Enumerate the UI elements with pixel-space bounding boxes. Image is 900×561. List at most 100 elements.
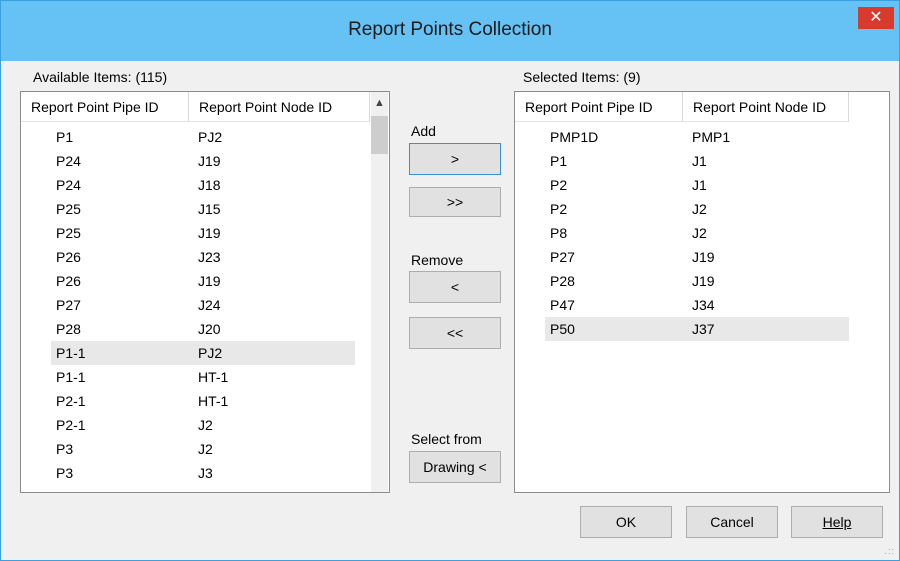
list-item[interactable]: P26 J23 [51,245,355,269]
pipe-id-cell: PMP1D [550,129,599,145]
resize-grip-icon[interactable]: .:: [884,546,895,556]
selected-items-list[interactable]: Report Point Pipe ID Report Point Node I… [514,91,890,493]
pipe-id-cell: P50 [550,321,575,337]
pipe-id-cell: P26 [56,273,81,289]
pipe-id-cell: P3 [56,465,74,481]
node-id-cell: J23 [198,249,221,265]
selected-col-node-id[interactable]: Report Point Node ID [683,92,849,122]
list-item[interactable]: P25 J19 [51,221,355,245]
node-id-cell: J19 [198,225,221,241]
node-id-cell: PMP1 [692,129,731,145]
pipe-id-cell: P28 [550,273,575,289]
pipe-id-cell: P2-1 [56,393,86,409]
node-id-cell: J24 [198,297,221,313]
list-item[interactable]: PMP1D PMP1 [545,125,849,149]
remove-all-button[interactable]: << [409,317,501,349]
available-scrollbar[interactable]: ▲ ▼ [371,92,388,492]
pipe-id-cell: P27 [550,249,575,265]
add-all-button[interactable]: >> [409,187,501,217]
pipe-id-cell: P1 [56,129,74,145]
node-id-cell: J19 [198,273,221,289]
list-item[interactable]: P24 J19 [51,149,355,173]
available-col-pipe-id[interactable]: Report Point Pipe ID [21,92,189,122]
pipe-id-cell: P24 [56,177,81,193]
list-item[interactable]: P2-1 HT-1 [51,389,355,413]
pipe-id-cell: P3 [56,441,74,457]
available-items-label: Available Items: (115) [33,69,168,85]
pipe-id-cell: P25 [56,201,81,217]
pipe-id-cell: P1-1 [56,369,86,385]
node-id-cell: J2 [198,417,213,433]
selected-items-label: Selected Items: (9) [523,69,641,85]
node-id-cell: PJ2 [198,345,223,361]
title-bar: Report Points Collection ✕ [1,1,899,61]
list-item[interactable]: P28 J19 [545,269,849,293]
select-from-label: Select from [411,431,482,447]
report-points-dialog: Report Points Collection ✕ Available Ite… [0,0,900,561]
node-id-cell: J37 [692,321,715,337]
list-item[interactable]: P3 J2 [51,437,355,461]
list-item[interactable]: P8 J2 [545,221,849,245]
add-label: Add [411,123,436,139]
help-button[interactable]: Help [791,506,883,538]
pipe-id-cell: P2 [550,201,568,217]
scroll-thumb[interactable] [371,116,388,154]
list-item[interactable]: P1-1 HT-1 [51,365,355,389]
node-id-cell: HT-1 [198,393,229,409]
scroll-up-icon[interactable]: ▲ [371,94,388,112]
node-id-cell: J20 [198,321,221,337]
list-item[interactable]: P1-1 PJ2 [51,341,355,365]
add-one-button[interactable]: > [409,143,501,175]
node-id-cell: J1 [692,177,707,193]
node-id-cell: J19 [198,153,221,169]
node-id-cell: J19 [692,249,715,265]
pipe-id-cell: P25 [56,225,81,241]
node-id-cell: J2 [692,201,707,217]
list-item[interactable]: P24 J18 [51,173,355,197]
pipe-id-cell: P47 [550,297,575,313]
list-item[interactable]: P27 J19 [545,245,849,269]
pipe-id-cell: P8 [550,225,568,241]
close-button[interactable]: ✕ [858,7,894,29]
node-id-cell: HT-1 [198,369,229,385]
drawing-select-button[interactable]: Drawing < [409,451,501,483]
pipe-id-cell: P1-1 [56,345,86,361]
ok-button[interactable]: OK [580,506,672,538]
close-icon: ✕ [869,9,883,26]
pipe-id-cell: P27 [56,297,81,313]
list-item[interactable]: P2 J2 [545,197,849,221]
node-id-cell: J3 [198,465,213,481]
pipe-id-cell: P2 [550,177,568,193]
selected-col-pipe-id[interactable]: Report Point Pipe ID [515,92,683,122]
node-id-cell: J15 [198,201,221,217]
pipe-id-cell: P2-1 [56,417,86,433]
pipe-id-cell: P26 [56,249,81,265]
list-item[interactable]: P28 J20 [51,317,355,341]
list-item[interactable]: P26 J19 [51,269,355,293]
pipe-id-cell: P24 [56,153,81,169]
node-id-cell: J34 [692,297,715,313]
node-id-cell: J2 [692,225,707,241]
dialog-title: Report Points Collection [348,19,552,40]
list-item[interactable]: P1 PJ2 [51,125,355,149]
available-items-list[interactable]: Report Point Pipe ID Report Point Node I… [20,91,390,493]
list-item[interactable]: P2 J1 [545,173,849,197]
node-id-cell: J19 [692,273,715,289]
list-item[interactable]: P3 J3 [51,461,355,485]
available-col-node-id[interactable]: Report Point Node ID [189,92,370,122]
pipe-id-cell: P1 [550,153,568,169]
node-id-cell: J1 [692,153,707,169]
list-item[interactable]: P25 J15 [51,197,355,221]
list-item[interactable]: P1 J1 [545,149,849,173]
list-item[interactable]: P27 J24 [51,293,355,317]
node-id-cell: J18 [198,177,221,193]
remove-one-button[interactable]: < [409,271,501,303]
node-id-cell: PJ2 [198,129,223,145]
pipe-id-cell: P28 [56,321,81,337]
remove-label: Remove [411,252,464,268]
list-item[interactable]: P2-1 J2 [51,413,355,437]
list-item[interactable]: P47 J34 [545,293,849,317]
list-item[interactable]: P50 J37 [545,317,849,341]
cancel-button[interactable]: Cancel [686,506,778,538]
node-id-cell: J2 [198,441,213,457]
